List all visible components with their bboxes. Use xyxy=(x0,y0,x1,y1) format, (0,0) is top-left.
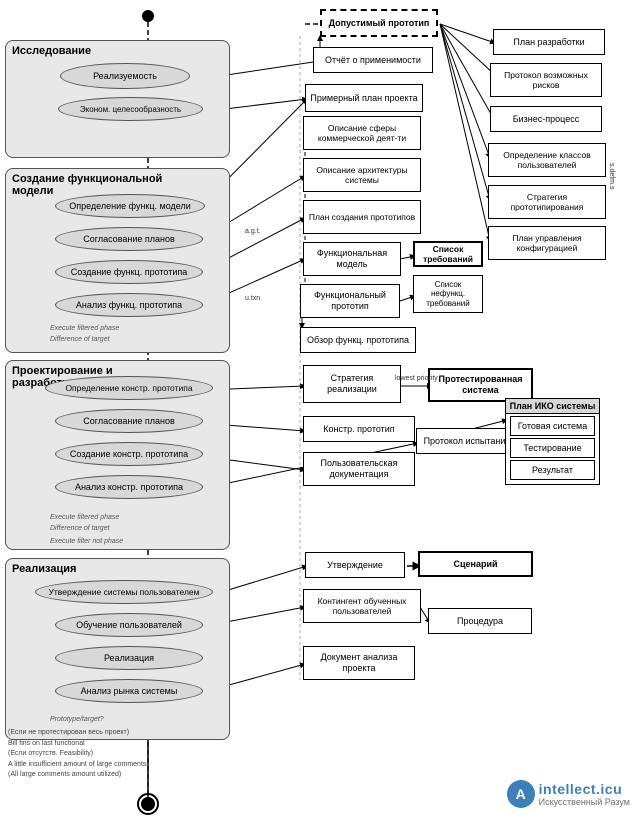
box-plan-uprav: План управления конфигурацией xyxy=(488,226,606,260)
cond-5: (All large comments amount utilized) xyxy=(8,770,146,781)
note-konstr1: Execute filtered phase xyxy=(50,514,119,521)
box-prot-sistema: Протестированная система xyxy=(428,368,533,402)
cond-3: (Если отсутств. Feasibility) xyxy=(8,749,146,760)
note-impl1: Execute filter not phase xyxy=(50,538,123,545)
oval-ekonom: Эконом. целесообразность xyxy=(58,97,203,121)
swimlane-implementation-title: Реализация xyxy=(6,559,229,579)
box-protocol-riskov: Протокол возможных рисков xyxy=(490,63,602,97)
cond-1: (Если не протестирован весь проект) xyxy=(8,728,146,739)
box-doc-analiza: Документ анализа проекта xyxy=(303,646,415,680)
cond-2: Bill fins on last functional xyxy=(8,739,146,750)
swimlane-research-title: Исследование xyxy=(6,41,229,61)
bottom-conditions: (Если не протестирован весь проект) Bill… xyxy=(8,728,146,781)
testing-group: План ИКО системы Готовая система Тестиро… xyxy=(505,398,600,485)
oval-analiz-konstr: Анализ констр. прототипа xyxy=(55,475,203,499)
oval-create-func: Создание функц. прототипа xyxy=(55,260,203,284)
testing-title: План ИКО системы xyxy=(506,399,599,414)
box-func-prototip: Функциональный прототип xyxy=(300,284,400,318)
box-plan-sozdaniya: План создания прототипов xyxy=(303,200,421,234)
oval-def-func: Определение функц. модели xyxy=(55,194,205,218)
box-spisok-nefunc: Список нефункц. требований xyxy=(413,275,483,313)
end-circle xyxy=(141,797,155,811)
oval-def-konstr: Определение констр. прототипа xyxy=(45,376,213,400)
watermark-logo: A xyxy=(507,780,535,808)
oval-soglasov2: Согласование планов xyxy=(55,409,203,433)
box-utverzhdenie: Утверждение xyxy=(305,552,405,578)
label-sidebar: s.defm.s xyxy=(608,163,615,189)
box-def-classes: Определение классов пользователей xyxy=(488,143,606,177)
box-user-doc: Пользовательская документация xyxy=(303,452,415,486)
box-obzor-func: Обзор функц. прототипа xyxy=(300,327,416,353)
oval-create-konstr: Создание констр. прототипа xyxy=(55,442,203,466)
box-konstr-prototip: Констр. прототип xyxy=(303,416,415,442)
box-procedura: Результат xyxy=(510,460,595,480)
box-dopustimiy: Допустимый прототип xyxy=(320,9,438,37)
box-rezultat: Готовая система xyxy=(510,416,595,436)
box-prim-plan: Примерный план проекта xyxy=(305,84,423,112)
oval-obuch: Обучение пользователей xyxy=(55,613,203,637)
box-otchet: Отчёт о применимости xyxy=(313,47,433,73)
arrow-label-2: u.txn xyxy=(245,295,260,302)
oval-soglasov: Согласование планов xyxy=(55,227,203,251)
oval-realizaciya: Реализация xyxy=(55,646,203,670)
box-func-model: Функциональная модель xyxy=(303,242,401,276)
diagram-container: Исследование Создание функциональной мод… xyxy=(0,0,640,820)
watermark: A intellect.icu Искусственный Разум xyxy=(507,780,630,808)
box-biznes-process: Бизнес-процесс xyxy=(490,106,602,132)
watermark-text: intellect.icu Искусственный Разум xyxy=(539,781,630,807)
cond-4: A little insufficient amount of large co… xyxy=(8,760,146,771)
box-descr-sfera: Описание сферы коммерческой деят-ти xyxy=(303,116,421,150)
note-konstr2: Difference of target xyxy=(50,525,110,532)
box-gotovaya-sistema: Процедура xyxy=(428,608,532,634)
watermark-brand: intellect.icu xyxy=(539,781,630,797)
watermark-tagline: Искусственный Разум xyxy=(539,797,630,807)
box-strategiya: Стратегия реализации xyxy=(303,365,401,403)
box-spisok-treb: Список требований xyxy=(413,241,483,267)
arrow-label-1: a.g.t. xyxy=(245,228,261,235)
box-kontingent: Контингент обученных пользователей xyxy=(303,589,421,623)
start-circle xyxy=(142,10,154,22)
note-func2: Difference of target xyxy=(50,336,110,343)
box-plan-iko: Сценарий xyxy=(418,551,533,577)
oval-analiz-func: Анализ функц. прототипа xyxy=(55,293,203,317)
oval-utv-system: Утверждение системы пользователем xyxy=(35,580,213,604)
box-strategiya-prot: Стратегия прототипирования xyxy=(488,185,606,219)
arrow-label-3: lowest priority xyxy=(395,375,438,382)
box-scenariy: Тестирование xyxy=(510,438,595,458)
oval-realizuemost: Реализуемость xyxy=(60,63,190,89)
note-func1: Execute filtered phase xyxy=(50,325,119,332)
box-descr-arch: Описание архитектуры системы xyxy=(303,158,421,192)
note-impl-top: Prototype/target? xyxy=(50,716,104,723)
box-protokol-isp: Протокол испытаний xyxy=(416,428,518,454)
oval-analiz-rynka: Анализ рынка системы xyxy=(55,679,203,703)
box-plan-razrabotki: План разработки xyxy=(493,29,605,55)
